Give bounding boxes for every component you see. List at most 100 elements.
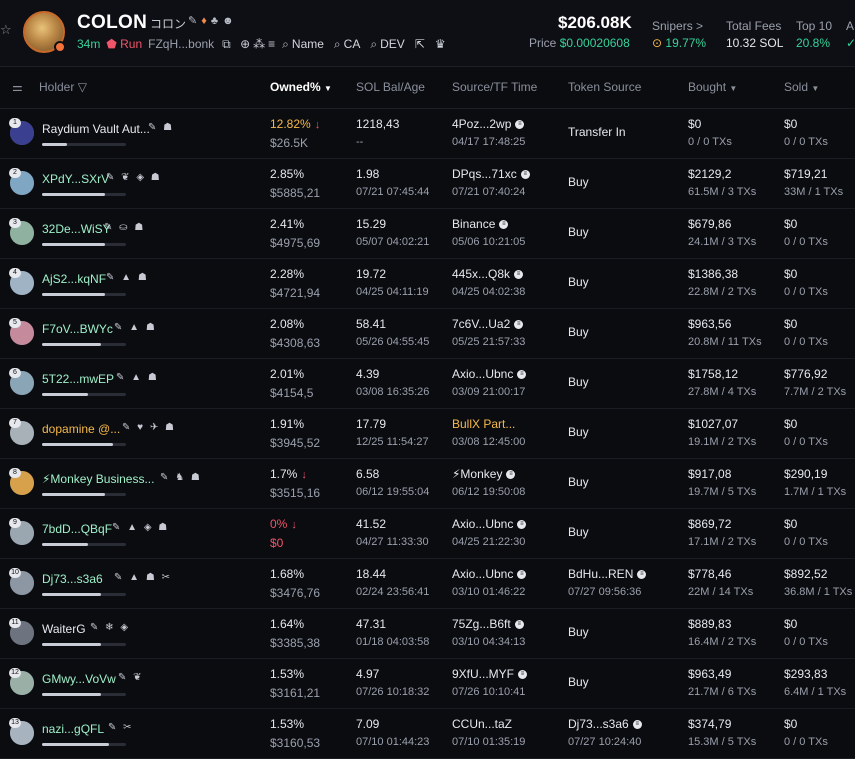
table-row[interactable]: 7 dopamine @... ✎ ♥ ✈ ☗ 1.91% $3945,52 17.79 1… [0,408,855,459]
column-token-source[interactable]: Token Source [568,80,641,94]
list-icon[interactable]: ≡ [268,37,278,51]
column-source-time[interactable]: Source/TF Time [452,80,537,94]
owned-usd: $26.5K [270,136,309,150]
holder-name[interactable]: 5T22...mwEP [42,372,114,386]
table-row[interactable]: 3 32De...WiSY ✎ ⛀ ☗ 2.41% $4975,69 15.29 05/07… [0,208,855,259]
column-sold[interactable]: Sold ▼ [784,80,819,94]
funding-source[interactable]: BullX Part... [452,417,515,431]
bought-usd: $1386,38 [688,267,739,281]
holder-share-bar [42,293,126,296]
search-dev-link[interactable]: ⌕ DEV [370,37,404,52]
column-holder[interactable]: Holder ▽ [39,80,87,94]
table-row[interactable]: 8 ⚡Monkey Business... ✎ ♞ ☗ 1.7% ↓ $3515,16 6.… [0,458,855,509]
holder-name[interactable]: ⚡Monkey Business... [42,472,154,486]
holder-name[interactable]: nazi...gQFL [42,722,104,736]
funding-source[interactable]: Axio...Ubnc ≡ [452,567,527,581]
bought-usd: $679,86 [688,217,732,231]
holder-name[interactable]: F7oV...BWYc [42,322,113,336]
table-row[interactable]: 4 AjS2...kqNF ✎ ▲ ☗ 2.28% $4721,94 19.72 04/25… [0,258,855,309]
community-icon[interactable]: ⁂ [253,37,268,51]
table-row[interactable]: 2 XPdY...SXrV ✎ ❦ ◈ ☗ 2.85% $5885,21 1.98 07/2… [0,158,855,209]
holder-avatar[interactable]: 5 [9,318,34,345]
funding-source[interactable]: DPqs...71xc ≡ [452,167,530,181]
holder-avatar[interactable]: 10 [9,568,34,595]
funding-source[interactable]: 4Poz...2wp ≡ [452,117,525,131]
funding-source[interactable]: Axio...Ubnc ≡ [452,367,527,381]
table-row[interactable]: 10 Dj73...s3a6 ✎ ▲ ☗ ✂ 1.68% $3476,76 18.44 02… [0,558,855,609]
funding-source[interactable]: CCUn...taZ [452,717,512,731]
holder-name[interactable]: XPdY...SXrV [42,172,109,186]
sol-balance: 41.52 [356,517,387,531]
holder-name[interactable]: Dj73...s3a6 [42,572,103,586]
crown-icon[interactable]: ♛ [435,37,446,51]
funding-source[interactable]: 445x...Q8k ≡ [452,267,524,281]
token-source: Buy [568,675,589,689]
holder-avatar[interactable]: 13 [9,718,34,745]
holder-name[interactable]: Raydium Vault Aut... [42,122,150,136]
token-source[interactable]: Dj73...s3a6 ≡ [568,717,642,731]
table-row[interactable]: 11 WaiterG ✎ ❄ ◈ 1.64% $3385,38 47.31 01/18 04… [0,608,855,659]
flame-icon: ♦ [201,15,211,27]
holder-name[interactable]: 7bdD...QBqF [42,522,112,536]
funding-source[interactable]: 7c6V...Ua2 ≡ [452,317,524,331]
wallet-age: 07/26 10:18:32 [356,686,430,698]
table-row[interactable]: 12 GMwy...VoVw ✎ ❦ 1.53% $3161,21 4.97 07/26 1… [0,658,855,709]
holder-name[interactable]: WaiterG [42,622,86,636]
funding-time: 05/25 21:57:33 [452,336,526,348]
funding-source[interactable]: 9XfU...MYF ≡ [452,667,528,681]
column-sol-bal[interactable]: SOL Bal/Age [356,80,425,94]
token-address[interactable]: FZqH...bonk [148,37,214,51]
globe-icon[interactable]: ⊕ [240,37,253,51]
bought-txs: 22M / 14 TXs [688,586,754,598]
holder-tag-icons: ✎ ▲ ☗ [114,322,157,333]
funding-source[interactable]: Axio...Ubnc ≡ [452,517,527,531]
holder-avatar[interactable]: 9 [9,518,34,545]
table-row[interactable]: 5 F7oV...BWYc ✎ ▲ ☗ 2.08% $4308,63 58.41 05/26… [0,308,855,359]
owned-usd: $3161,21 [270,686,321,700]
table-row[interactable]: 1 Raydium Vault Aut... ✎ ☗ 12.82% ↓ $26.5K 121… [0,108,855,159]
owned-usd: $3385,38 [270,636,321,650]
table-row[interactable]: 9 7bdD...QBqF ✎ ▲ ◈ ☗ 0% ↓ $0 41.52 04/27 11:33… [0,508,855,559]
holder-avatar[interactable]: 2 [9,168,34,195]
holder-avatar[interactable]: 1 [9,118,34,145]
star-icon[interactable]: ☆ [0,22,14,37]
bought-usd: $889,83 [688,617,732,631]
list-icon: ≡ [637,570,647,580]
holder-avatar[interactable]: 12 [9,668,34,695]
holder-avatar[interactable]: 7 [9,418,34,445]
holder-avatar[interactable]: 3 [9,218,34,245]
users-icon: ☻ [222,15,238,27]
table-header: ⚌ Holder ▽ Owned% ▼ SOL Bal/Age Source/T… [0,66,855,109]
holder-name[interactable]: AjS2...kqNF [42,272,106,286]
sol-balance: 47.31 [356,617,387,631]
holder-name[interactable]: 32De...WiSY [42,222,111,236]
funding-source[interactable]: Binance ≡ [452,217,509,231]
holder-avatar[interactable]: 6 [9,368,34,395]
settings-sliders-icon[interactable]: ⚌ [12,80,23,94]
search-ca-link[interactable]: ⌕ CA [334,37,360,52]
holder-avatar[interactable]: 11 [9,618,34,645]
search-name-link[interactable]: ⌕ Name [282,37,324,52]
column-bought[interactable]: Bought ▼ [688,80,737,94]
holder-name[interactable]: dopamine @... [42,422,120,436]
bought-usd: $374,79 [688,717,732,731]
column-owned[interactable]: Owned% ▼ [270,80,332,94]
list-icon: ≡ [517,570,527,580]
token-source[interactable]: BdHu...REN ≡ [568,567,647,581]
search-icon: ⌕ [370,36,378,51]
share-icon[interactable]: ⇱ [415,37,425,51]
bought-usd: $778,46 [688,567,732,581]
funding-source[interactable]: ⚡Monkey ≡ [452,467,516,481]
funding-source[interactable]: 75Zg...B6ft ≡ [452,617,524,631]
edit-icon[interactable]: ✎ [188,15,201,27]
table-row[interactable]: 13 nazi...gQFL ✎ ✂ 1.53% $3160,53 7.09 07/10 0… [0,708,855,759]
holder-avatar[interactable]: 8 [9,468,34,495]
holder-name[interactable]: GMwy...VoVw [42,672,116,686]
copy-icon[interactable]: ⧉ [222,37,234,51]
holder-avatar[interactable]: 4 [9,268,34,295]
funding-time: 03/10 04:34:13 [452,636,526,648]
list-icon: ≡ [506,470,516,480]
snipers-label[interactable]: Snipers > [652,19,703,33]
snipers-value: ⊙ 19.77% [652,36,707,50]
table-row[interactable]: 6 5T22...mwEP ✎ ▲ ☗ 2.01% $4154,5 4.39 03/08 1… [0,358,855,409]
